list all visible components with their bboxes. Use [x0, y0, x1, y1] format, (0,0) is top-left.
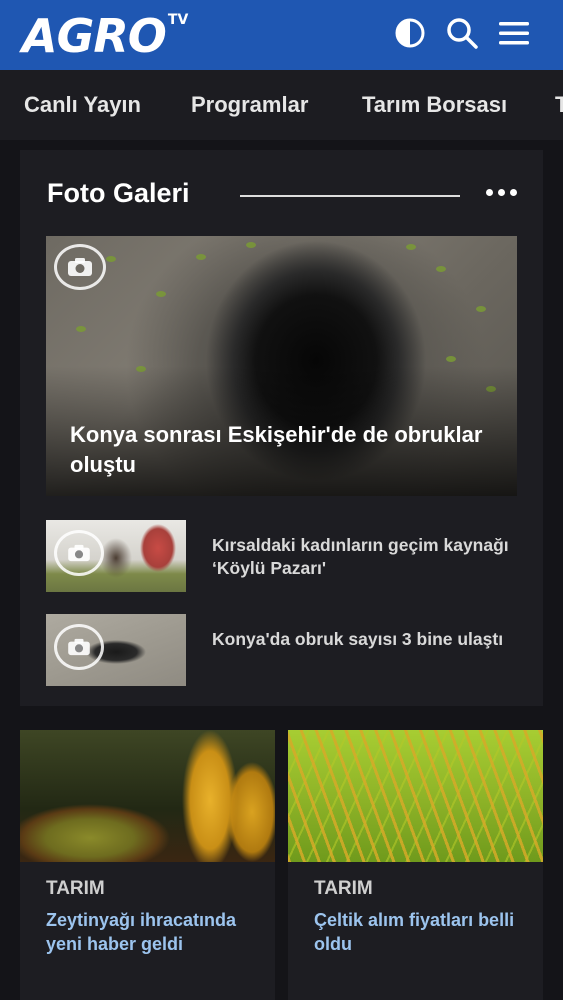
gallery-item-title: Konya'da obruk sayısı 3 bine ulaştı: [212, 629, 504, 649]
logo-text: AGRO: [22, 9, 167, 63]
nav-item-tarim-borsasi[interactable]: Tarım Borsası: [362, 92, 507, 118]
gallery-list-item[interactable]: Kırsaldaki kadınların geçim kaynağı ‘Köy…: [46, 520, 517, 592]
camera-icon: [54, 624, 104, 670]
hamburger-menu-icon[interactable]: [497, 16, 531, 50]
photo-gallery-section: Foto Galeri Konya sonrası Eskişehir'de d…: [20, 150, 543, 706]
thumbnail-image: [46, 520, 186, 592]
agro-tv-logo[interactable]: AGRO TV: [22, 8, 188, 64]
news-card-image: [288, 730, 543, 862]
nav-item-programlar[interactable]: Programlar: [191, 92, 308, 118]
logo-tv-label: TV: [167, 12, 189, 28]
nav-item-truncated[interactable]: T: [555, 92, 563, 118]
camera-icon: [54, 244, 106, 290]
nav-item-canli-yayin[interactable]: Canlı Yayın: [24, 92, 141, 118]
news-card-category: TARIM: [46, 878, 105, 899]
more-options-icon[interactable]: [485, 180, 517, 204]
gallery-item-title: Kırsaldaki kadınların geçim kaynağı ‘Köy…: [212, 535, 509, 578]
category-nav: Canlı Yayın Programlar Tarım Borsası T: [0, 70, 563, 140]
gallery-list-item[interactable]: Konya'da obruk sayısı 3 bine ulaştı: [46, 614, 517, 686]
section-title: Foto Galeri: [47, 178, 190, 208]
news-card[interactable]: TARIM Zeytinyağı ihracatında yeni haber …: [20, 730, 275, 1000]
news-card-category: TARIM: [314, 878, 373, 899]
news-card-title[interactable]: Çeltik alım fiyatları belli oldu: [314, 908, 529, 956]
contrast-icon[interactable]: [393, 16, 427, 50]
camera-icon: [54, 530, 104, 576]
search-icon[interactable]: [445, 16, 479, 50]
header-actions: [393, 16, 531, 50]
news-card-image: [20, 730, 275, 862]
hero-gallery-item[interactable]: Konya sonrası Eskişehir'de de obruklar o…: [46, 236, 517, 496]
top-header: AGRO TV: [0, 0, 563, 70]
hero-title: Konya sonrası Eskişehir'de de obruklar o…: [70, 422, 483, 477]
news-card-title[interactable]: Zeytinyağı ihracatında yeni haber geldi: [46, 908, 261, 956]
title-divider: [240, 195, 460, 197]
thumbnail-image: [46, 614, 186, 686]
news-card[interactable]: TARIM Çeltik alım fiyatları belli oldu: [288, 730, 543, 1000]
